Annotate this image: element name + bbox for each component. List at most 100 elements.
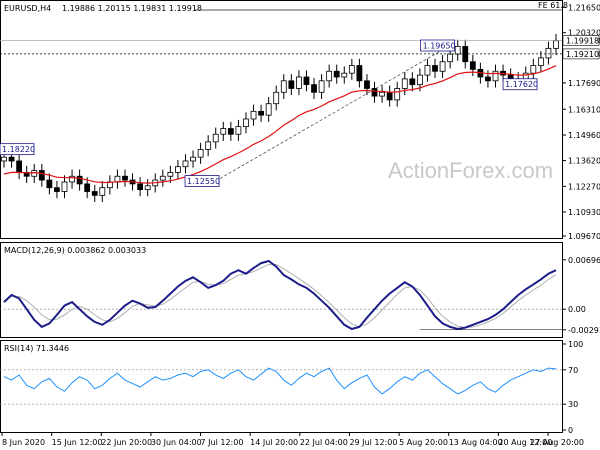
candle-body bbox=[91, 191, 98, 196]
candle-body bbox=[303, 76, 310, 86]
candle-body bbox=[159, 175, 166, 181]
candle-body bbox=[99, 187, 106, 196]
time-tick-label: 22 Jul 04:00 bbox=[300, 438, 348, 447]
rsi-tick-label: 100 bbox=[568, 340, 583, 349]
candle-body bbox=[190, 156, 196, 162]
time-tick-label: 22 Jun 20:00 bbox=[101, 438, 152, 447]
rsi-tick-label: 0 bbox=[568, 426, 573, 435]
candle-body bbox=[432, 65, 438, 72]
price-annotation: 1.17620 bbox=[502, 78, 538, 91]
candle-body bbox=[8, 156, 15, 162]
time-tick-label: 14 Jul 20:00 bbox=[250, 438, 298, 447]
candle-body bbox=[530, 65, 537, 74]
candle-body bbox=[296, 76, 302, 89]
rsi-title: RSI(14) 71.3446 bbox=[4, 344, 69, 353]
candle-body bbox=[553, 40, 559, 49]
candle-body bbox=[1, 156, 7, 162]
macd-layer bbox=[0, 259, 562, 331]
candle-body bbox=[205, 141, 212, 150]
macd-tick-label: 0.006966 bbox=[568, 256, 600, 265]
candle-body bbox=[409, 78, 416, 86]
price-tick-label: 1.13620 bbox=[568, 157, 600, 166]
annotation-text: 1.19650 bbox=[423, 41, 456, 50]
candle-body bbox=[394, 88, 401, 101]
candle-body bbox=[84, 183, 91, 192]
time-tick-label: 5 Aug 20:00 bbox=[399, 438, 448, 447]
time-tick-label: 13 Aug 04:00 bbox=[449, 438, 503, 447]
candle-body bbox=[371, 88, 378, 97]
annotation-text: 1.12550 bbox=[187, 177, 220, 186]
candle-body bbox=[447, 53, 454, 63]
candle-body bbox=[250, 110, 257, 120]
macd-tick-label: -0.002913 bbox=[568, 326, 600, 335]
fib-label: FE 61.8 bbox=[538, 1, 568, 10]
macd-title: MACD(12,26,9) 0.003862 0.003033 bbox=[4, 246, 146, 255]
candle-body bbox=[288, 80, 295, 89]
price-annotation: 1.18220 bbox=[0, 143, 35, 156]
price-tag-label: 1.19918 bbox=[566, 36, 599, 45]
candle-body bbox=[76, 175, 83, 185]
candle-body bbox=[220, 128, 227, 135]
price-annotation: 1.19650 bbox=[420, 39, 456, 52]
candle-body bbox=[326, 70, 333, 82]
price-tick-label: 1.21650 bbox=[568, 3, 600, 12]
price-tick-label: 1.16310 bbox=[568, 105, 600, 114]
candle-body bbox=[311, 84, 317, 93]
candle-body bbox=[197, 149, 204, 158]
rsi-panel-frame bbox=[0, 340, 563, 433]
time-tick-label: 15 Jun 12:00 bbox=[52, 438, 103, 447]
price-annotation: 1.12550 bbox=[184, 175, 220, 187]
candle-body bbox=[386, 91, 393, 101]
candle-body bbox=[167, 172, 174, 177]
candle-body bbox=[38, 170, 45, 181]
macd-series-signal bbox=[3, 264, 557, 329]
candle-body bbox=[61, 181, 68, 192]
candle-body bbox=[227, 128, 234, 135]
price-tick-label: 1.09670 bbox=[568, 232, 600, 241]
watermark: ActionForex.com bbox=[388, 158, 553, 183]
candle-body bbox=[137, 183, 144, 191]
candle-body bbox=[507, 74, 514, 80]
candle-body bbox=[265, 103, 272, 116]
candle-body bbox=[182, 160, 189, 168]
price-tick-label: 1.14960 bbox=[568, 131, 600, 140]
rsi-line bbox=[3, 367, 557, 395]
candle-body bbox=[439, 61, 446, 72]
candle-body bbox=[273, 91, 280, 105]
rsi-tick-label: 30 bbox=[568, 400, 578, 409]
price-tick-label: 1.10930 bbox=[568, 208, 600, 217]
annotation-text: 1.17620 bbox=[505, 80, 538, 89]
candle-body bbox=[212, 133, 219, 143]
candle-body bbox=[243, 118, 249, 128]
macd-series-macd bbox=[3, 259, 557, 331]
time-tick-label: 27 Aug 20:00 bbox=[530, 438, 584, 447]
rsi-layer bbox=[0, 367, 562, 405]
candle-body bbox=[364, 80, 370, 89]
price-panel-frame bbox=[0, 0, 563, 239]
chart-canvas: ActionForex.com EURUSD,H4 1.19886 1.2011… bbox=[0, 0, 600, 447]
candle-body bbox=[485, 76, 491, 82]
candle-body bbox=[341, 72, 348, 78]
candle-body bbox=[424, 65, 431, 76]
candle-body bbox=[235, 126, 242, 135]
candle-body bbox=[144, 185, 151, 191]
macd-tick-label: 0.00 bbox=[568, 305, 586, 314]
candle-body bbox=[175, 166, 181, 173]
candle-body bbox=[258, 110, 264, 116]
time-tick-label: 8 Jun 2020 bbox=[2, 438, 45, 447]
candle-body bbox=[280, 80, 287, 93]
candle-body bbox=[379, 91, 385, 97]
price-tick-label: 1.17690 bbox=[568, 79, 600, 88]
candle-body bbox=[469, 61, 476, 70]
candle-body bbox=[401, 78, 408, 89]
ohlc-label: 1.19886 1.20115 1.19831 1.19918 bbox=[62, 4, 202, 13]
candle-body bbox=[46, 179, 53, 189]
candle-body bbox=[454, 46, 461, 55]
annotation-text: 1.18220 bbox=[2, 145, 35, 154]
candle-body bbox=[545, 47, 552, 59]
candle-body bbox=[416, 74, 423, 86]
candle-body bbox=[16, 160, 23, 173]
symbol-label: EURUSD,H4 bbox=[4, 4, 51, 13]
candle-body bbox=[122, 175, 128, 181]
time-tick-label: 29 Jul 12:00 bbox=[349, 438, 397, 447]
